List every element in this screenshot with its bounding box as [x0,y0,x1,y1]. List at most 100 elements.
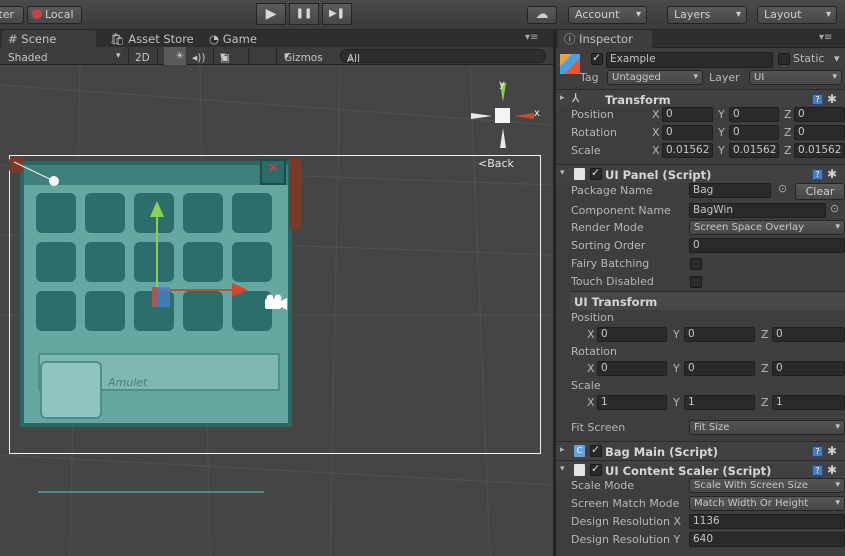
design-resolution-x-value: 1136 [693,515,720,527]
ui-position-x-value: 0 [601,328,608,340]
foldout-arrow-icon[interactable]: ▸ [560,93,565,103]
panel-menu-icon[interactable]: ▾≡ [525,32,538,43]
scale-mode-dropdown[interactable]: Scale With Screen Size [689,478,845,493]
position-y-field[interactable]: 0 [729,107,779,122]
ui-rotation-y-value: 0 [688,362,695,374]
layout-dropdown[interactable]: Layout [757,6,837,24]
static-chevron-icon[interactable]: ▾ [834,52,840,65]
scale-y-field[interactable]: 0.01562 [729,143,779,158]
ui-position-z-field[interactable]: 0 [772,327,845,342]
tab-inspector[interactable]: ⓘ Inspector [558,30,652,48]
fairy-batching-checkbox[interactable] [690,258,702,270]
render-mode-dropdown[interactable]: Screen Space Overlay [689,220,845,235]
gear-icon[interactable]: ✱ [827,93,837,105]
ui-scale-x-field[interactable]: 1 [597,395,667,410]
tab-game[interactable]: ◔ Game [203,30,293,48]
scale-z-field[interactable]: 0.01562 [794,143,845,158]
scale-x-field[interactable]: 0.01562 [662,143,713,158]
help-icon[interactable]: ? [812,169,823,180]
static-checkbox[interactable] [778,53,790,65]
rotation-y-field[interactable]: 0 [729,125,779,140]
screen-match-mode-dropdown[interactable]: Match Width Or Height [689,496,845,511]
ui-panel-header[interactable]: ▾ UI Panel (Script) ? ✱ [556,164,845,183]
help-icon[interactable]: ? [812,94,823,105]
scene-view[interactable]: <Back ✕ Amulet y x [0,65,553,556]
effects-toggle[interactable]: ▣ ▾ [220,49,230,64]
local-globe-icon [32,9,42,19]
content-scaler-header[interactable]: ▾ UI Content Scaler (Script) ? ✱ [556,460,845,479]
cloud-button[interactable]: ☁ [527,6,557,24]
foldout-arrow-icon[interactable]: ▾ [560,168,565,178]
axis-y-label: Y [718,108,725,121]
active-checkbox[interactable] [591,51,603,65]
design-resolution-y-field[interactable]: 640 [689,532,845,547]
ui-position-y-field[interactable]: 0 [684,327,755,342]
clear-button[interactable]: Clear [795,183,845,200]
position-z-field[interactable]: 0 [794,107,845,122]
gear-icon[interactable]: ✱ [827,464,837,476]
tab-asset-store[interactable]: 🛍︎ Asset Store [104,30,200,48]
ui-rotation-z-field[interactable]: 0 [772,361,845,376]
tab-scene[interactable]: # Scene [2,30,96,48]
help-icon[interactable]: ? [812,446,823,457]
lighting-toggle[interactable]: ☀ [164,47,186,65]
ui-position-x-field[interactable]: 0 [597,327,667,342]
design-resolution-y-value: 640 [693,533,714,545]
audio-icon: ◂)) [192,52,206,64]
object-name-field[interactable]: Example [606,52,773,68]
touch-disabled-checkbox[interactable] [690,276,702,288]
layer-dropdown[interactable]: UI [749,70,842,85]
ui-panel-enabled-checkbox[interactable] [590,166,602,180]
gear-icon[interactable]: ✱ [827,445,837,457]
panel-menu-icon[interactable]: ▾≡ [819,32,832,43]
component-name-field[interactable]: BagWin [689,203,826,218]
help-icon[interactable]: ? [812,465,823,476]
account-dropdown[interactable]: Account [568,6,647,24]
ui-position-y-value: 0 [688,328,695,340]
gizmos-dropdown[interactable]: Gizmos ▾ [284,49,323,64]
design-resolution-x-field[interactable]: 1136 [689,514,845,529]
bag-main-title: Bag Main (Script) [605,445,719,459]
divider [213,48,214,64]
scene-search-input[interactable]: ⌕ All [340,49,546,65]
ui-rotation-x-field[interactable]: 0 [597,361,667,376]
scale-label: Scale [571,144,601,157]
ui-position-label: Position [571,311,614,324]
pivot-center-button[interactable]: Center [0,6,24,24]
scale-y-value: 0.01562 [733,144,777,156]
sorting-order-label: Sorting Order [571,239,646,252]
gear-icon[interactable]: ✱ [827,168,837,180]
play-icon: ▶ [265,6,277,22]
transform-header[interactable]: ▸ ⅄ Transform ? ✱ [556,89,845,108]
fit-screen-dropdown[interactable]: Fit Size [689,420,845,435]
layers-dropdown[interactable]: Layers [667,6,747,24]
pause-button[interactable]: ❚❚ [289,3,319,25]
game-object-cube-icon [560,54,580,74]
axis-x-label: X [652,108,660,121]
bag-main-enabled-checkbox[interactable] [590,443,602,457]
tag-dropdown[interactable]: Untagged [607,70,703,85]
sorting-order-field[interactable]: 0 [689,238,845,253]
ui-scale-y-field[interactable]: 1 [684,395,755,410]
package-name-field[interactable]: Bag [689,183,771,198]
foldout-arrow-icon[interactable]: ▸ [560,445,565,455]
ui-rotation-y-field[interactable]: 0 [684,361,755,376]
step-button[interactable]: ▶❚ [322,3,352,25]
object-picker-icon[interactable]: ⊙ [830,202,839,215]
axis-z-label: Z [784,144,792,157]
rotation-z-field[interactable]: 0 [794,125,845,140]
content-scaler-enabled-checkbox[interactable] [590,462,602,476]
scale-mode-value: Scale With Screen Size [694,480,809,491]
ui-scale-z-field[interactable]: 1 [772,395,845,410]
bag-main-header[interactable]: ▸ C Bag Main (Script) ? ✱ [556,441,845,460]
foldout-arrow-icon[interactable]: ▾ [560,464,565,474]
play-button[interactable]: ▶ [256,3,286,25]
position-x-field[interactable]: 0 [662,107,713,122]
pivot-local-button[interactable]: Local [27,6,82,24]
object-picker-icon[interactable]: ⊙ [778,182,787,195]
ui-transform-section: UI Transform [570,291,845,310]
rotation-x-field[interactable]: 0 [662,125,713,140]
position-label: Position [571,108,614,121]
axis-x-label: X [652,126,660,139]
orientation-gizmo[interactable] [466,80,546,160]
